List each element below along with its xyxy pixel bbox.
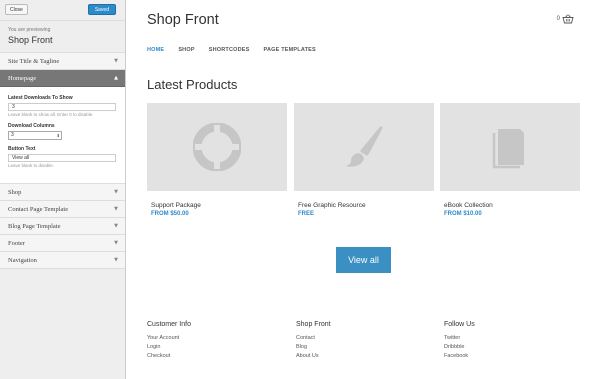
footer-title: Shop Front <box>296 321 331 328</box>
section-blog[interactable]: Blog Page Template ▼ <box>0 218 125 235</box>
cart-count: 0 <box>556 16 560 22</box>
footer-column: Customer Info Your Account Login Checkou… <box>147 321 267 361</box>
footer-link[interactable]: Facebook <box>444 352 564 361</box>
footer-link[interactable]: Blog <box>296 343 416 352</box>
chevron-down-icon: ▼ <box>114 189 118 195</box>
footer-column: Shop Front Contact Blog About Us <box>296 321 416 361</box>
product-price: FROM $50.00 <box>151 211 189 217</box>
section-label: Footer <box>8 240 25 247</box>
section-label: Contact Page Template <box>8 206 69 213</box>
products-heading: Latest Products <box>147 77 238 92</box>
site-preview: Shop Front 0 HOME SHOP SHORTCODES PAGE T… <box>127 0 600 379</box>
updown-arrows-icon: ⬍ <box>56 133 60 138</box>
nav-home[interactable]: HOME <box>147 47 164 53</box>
homepage-section-body: Latest Downloads To Show 3 Leave blank t… <box>0 87 125 184</box>
footer-link[interactable]: Your Account <box>147 334 267 343</box>
footer-title: Follow Us <box>444 321 475 328</box>
main-nav: HOME SHOP SHORTCODES PAGE TEMPLATES <box>147 47 316 53</box>
product-thumbnail[interactable] <box>294 103 434 191</box>
footer-link[interactable]: Dribbble <box>444 343 564 352</box>
previewing-label: You are previewing <box>8 27 51 33</box>
chevron-up-icon: ▲ <box>114 75 118 81</box>
button-text-input[interactable]: View all <box>8 154 116 162</box>
footer-link[interactable]: Twitter <box>444 334 564 343</box>
section-label: Navigation <box>8 257 37 264</box>
customizer-header: Close Saved <box>0 0 125 21</box>
footer-link[interactable]: Login <box>147 343 267 352</box>
section-footer[interactable]: Footer ▼ <box>0 235 125 252</box>
columns-label: Download Columns <box>8 123 55 129</box>
cart[interactable]: 0 <box>557 14 574 24</box>
book-icon <box>492 129 524 169</box>
section-label: Blog Page Template <box>8 223 61 230</box>
footer-link[interactable]: Checkout <box>147 352 267 361</box>
product-price: FREE <box>298 211 315 217</box>
chevron-down-icon: ▼ <box>114 240 118 246</box>
saved-button[interactable]: Saved <box>87 4 116 15</box>
section-label: Shop <box>8 189 22 196</box>
product-card[interactable]: Support Package FROM $50.00 <box>147 103 287 217</box>
chevron-down-icon: ▼ <box>114 223 118 229</box>
footer-title: Customer Info <box>147 321 191 328</box>
footer-column: Follow Us Twitter Dribbble Facebook <box>444 321 564 361</box>
columns-value: 3 <box>11 132 14 138</box>
product-thumbnail[interactable] <box>440 103 580 191</box>
product-name[interactable]: eBook Collection <box>440 202 580 209</box>
button-text-help: Leave blank to disable. <box>8 163 55 168</box>
close-button[interactable]: Close <box>5 4 28 15</box>
chevron-down-icon: ▼ <box>114 206 118 212</box>
preview-info: You are previewing Shop Front <box>0 21 125 53</box>
section-navigation[interactable]: Navigation ▼ <box>0 252 125 269</box>
product-name[interactable]: Free Graphic Resource <box>294 202 434 209</box>
downloads-help: Leave blank to show all. Enter 0 to disa… <box>8 112 94 117</box>
paintbrush-icon <box>346 126 383 167</box>
section-site-title[interactable]: Site Title & Tagline ▼ <box>0 53 125 70</box>
columns-select[interactable]: 3 ⬍ <box>8 131 62 140</box>
customizer-screen: Close Saved You are previewing Shop Fron… <box>0 0 600 379</box>
product-card[interactable]: eBook Collection FROM $10.00 <box>440 103 580 217</box>
view-all-button[interactable]: View all <box>336 247 391 273</box>
section-homepage[interactable]: Homepage ▲ <box>0 70 125 87</box>
downloads-label: Latest Downloads To Show <box>8 95 73 101</box>
lifebuoy-icon <box>193 123 241 171</box>
product-card[interactable]: Free Graphic Resource FREE <box>294 103 434 217</box>
footer-link[interactable]: Contact <box>296 334 416 343</box>
section-label: Site Title & Tagline <box>8 58 60 65</box>
product-name[interactable]: Support Package <box>147 202 287 209</box>
product-price: FROM $10.00 <box>444 211 482 217</box>
nav-page-templates[interactable]: PAGE TEMPLATES <box>264 47 316 53</box>
site-title[interactable]: Shop Front <box>147 12 219 28</box>
chevron-down-icon: ▼ <box>114 257 118 263</box>
basket-icon <box>562 14 574 24</box>
chevron-down-icon: ▼ <box>114 58 118 64</box>
nav-shop[interactable]: SHOP <box>178 47 194 53</box>
section-contact[interactable]: Contact Page Template ▼ <box>0 201 125 218</box>
button-text-label: Button Text <box>8 146 36 152</box>
section-label: Homepage <box>8 75 37 82</box>
theme-name: Shop Front <box>8 35 53 45</box>
downloads-input[interactable]: 3 <box>8 103 116 111</box>
section-shop[interactable]: Shop ▼ <box>0 184 125 201</box>
nav-shortcodes[interactable]: SHORTCODES <box>209 47 250 53</box>
footer-link[interactable]: About Us <box>296 352 416 361</box>
product-thumbnail[interactable] <box>147 103 287 191</box>
customizer-sidebar: Close Saved You are previewing Shop Fron… <box>0 0 126 379</box>
